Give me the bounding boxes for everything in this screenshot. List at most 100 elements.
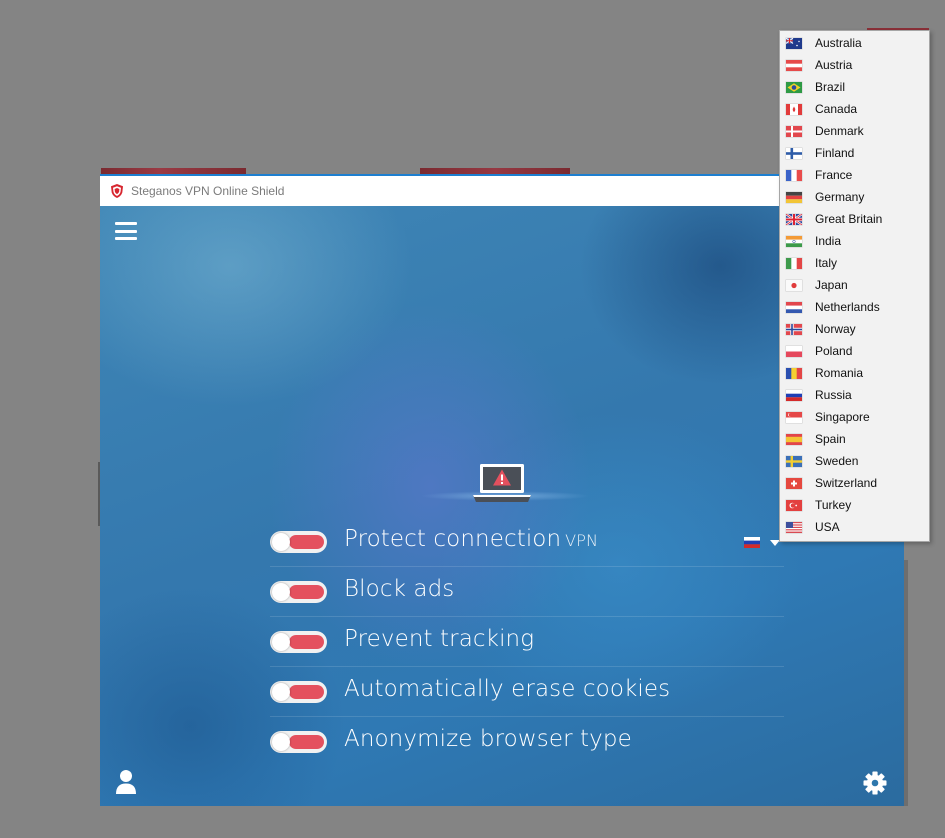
toggle-track [289,635,324,649]
country-option-singapore[interactable]: Singapore [780,406,929,428]
toggle-knob [272,583,290,601]
country-option-sweden[interactable]: Sweden [780,450,929,472]
flag-australia-icon [786,37,802,49]
flag-romania-icon [786,367,802,379]
flag-denmark-icon [786,125,802,137]
flag-france-icon [786,169,802,181]
toggle-row-anonymize-browser: Anonymize browser type [270,717,784,767]
country-option-france[interactable]: France [780,164,929,186]
country-option-label: Australia [815,36,862,50]
hamburger-menu-icon[interactable] [115,222,137,240]
country-option-label: Sweden [815,454,859,468]
country-option-label: Poland [815,344,853,358]
toggle-track [289,585,324,599]
country-option-great-britain[interactable]: Great Britain [780,208,929,230]
flag-great-britain-icon [786,213,802,225]
country-option-label: Romania [815,366,864,380]
toggle-knob [272,633,290,651]
flag-japan-icon [786,279,802,291]
country-option-label: Finland [815,146,855,160]
country-option-label: USA [815,520,840,534]
flag-russia-icon [744,537,760,548]
vpn-suffix-label: VPN [565,531,599,550]
country-option-spain[interactable]: Spain [780,428,929,450]
country-option-switzerland[interactable]: Switzerland [780,472,929,494]
country-option-label: Netherlands [815,300,880,314]
country-option-russia[interactable]: Russia [780,384,929,406]
erase-cookies-label: Automatically erase cookies [344,676,671,702]
user-icon[interactable] [114,769,138,795]
flag-spain-icon [786,433,802,445]
country-option-austria[interactable]: Austria [780,54,929,76]
toggle-knob [272,683,290,701]
laptop-warning-icon [473,464,531,502]
country-option-norway[interactable]: Norway [780,318,929,340]
country-option-netherlands[interactable]: Netherlands [780,296,929,318]
block-ads-toggle[interactable] [270,581,327,603]
toggle-row-protect-connection: Protect connection VPN [270,517,784,567]
flag-germany-icon [786,191,802,203]
toggle-row-block-ads: Block ads [270,567,784,617]
country-option-label: Denmark [815,124,864,138]
toggle-row-prevent-tracking: Prevent tracking [270,617,784,667]
country-option-label: Singapore [815,410,870,424]
country-option-germany[interactable]: Germany [780,186,929,208]
country-option-label: Great Britain [815,212,883,226]
country-option-india[interactable]: India [780,230,929,252]
country-option-japan[interactable]: Japan [780,274,929,296]
flag-russia-icon [786,389,802,401]
toggle-track [289,735,324,749]
erase-cookies-toggle[interactable] [270,681,327,703]
country-dropdown-list: Australia Austria Brazil Canada Denmark Finla… [779,30,930,542]
prevent-tracking-label: Prevent tracking [344,626,535,652]
country-option-label: Turkey [815,498,852,512]
country-option-label: Japan [815,278,848,292]
country-option-australia[interactable]: Australia [780,32,929,54]
country-select-dropdown[interactable] [744,535,784,549]
country-option-label: Canada [815,102,858,116]
toggle-track [289,685,324,699]
prevent-tracking-toggle[interactable] [270,631,327,653]
flag-italy-icon [786,257,802,269]
steganos-shield-logo-icon [111,184,123,198]
country-option-label: Switzerland [815,476,878,490]
flag-sweden-icon [786,455,802,467]
country-option-usa[interactable]: USA [780,516,929,538]
flag-singapore-icon [786,411,802,423]
flag-netherlands-icon [786,301,802,313]
country-option-italy[interactable]: Italy [780,252,929,274]
flag-usa-icon [786,521,802,533]
anonymize-browser-label: Anonymize browser type [344,726,632,752]
block-ads-label: Block ads [344,576,455,602]
flag-canada-icon [786,103,802,115]
protect-connection-toggle[interactable] [270,531,327,553]
country-option-poland[interactable]: Poland [780,340,929,362]
protect-connection-label: Protect connection VPN [344,526,599,552]
flag-finland-icon [786,147,802,159]
country-option-label: Brazil [815,80,846,94]
country-option-denmark[interactable]: Denmark [780,120,929,142]
toggle-row-erase-cookies: Automatically erase cookies [270,667,784,717]
country-option-canada[interactable]: Canada [780,98,929,120]
country-option-brazil[interactable]: Brazil [780,76,929,98]
country-option-label: Spain [815,432,846,446]
flag-brazil-icon [786,81,802,93]
flag-switzerland-icon [786,477,802,489]
country-option-label: Germany [815,190,865,204]
country-option-label: Italy [815,256,838,270]
gear-icon[interactable] [863,771,887,795]
country-option-label: Norway [815,322,856,336]
toggle-knob [272,533,290,551]
country-option-turkey[interactable]: Turkey [780,494,929,516]
anonymize-browser-toggle[interactable] [270,731,327,753]
toggle-knob [272,733,290,751]
country-option-label: France [815,168,853,182]
country-option-label: Austria [815,58,853,72]
country-option-label: India [815,234,842,248]
flag-austria-icon [786,59,802,71]
country-option-romania[interactable]: Romania [780,362,929,384]
country-option-finland[interactable]: Finland [780,142,929,164]
flag-turkey-icon [786,499,802,511]
flag-india-icon [786,235,802,247]
window-title: Steganos VPN Online Shield [131,184,285,198]
